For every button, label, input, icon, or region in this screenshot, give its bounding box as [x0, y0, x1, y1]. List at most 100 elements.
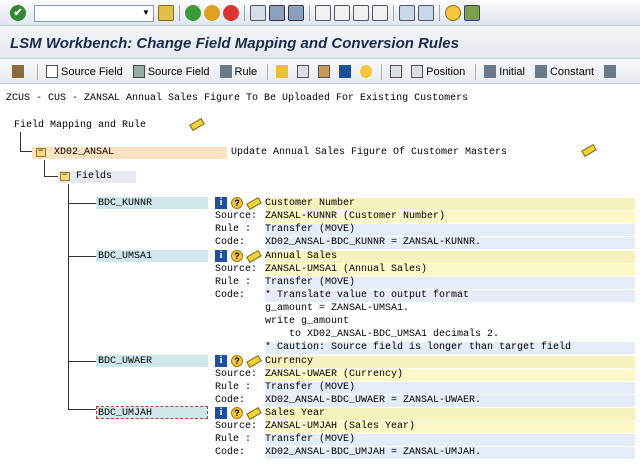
next-page-icon[interactable] [353, 5, 369, 21]
cancel-icon[interactable] [223, 5, 239, 21]
field-name[interactable]: BDC_KUNNR [98, 198, 152, 209]
info-icon[interactable]: i [215, 250, 227, 262]
tree-line [20, 132, 21, 151]
more-rule-button[interactable] [604, 65, 619, 78]
fields-label[interactable]: Fields [76, 171, 112, 182]
new-session-icon[interactable] [399, 5, 415, 21]
rule-value: Transfer (MOVE) [265, 224, 635, 236]
folder-open-icon[interactable] [60, 170, 70, 181]
info-icon[interactable]: i [215, 407, 227, 419]
rule-button[interactable]: Rule [219, 65, 257, 78]
code-line[interactable]: * Translate value to output format [265, 290, 635, 302]
code-line[interactable]: g_amount = ZANSAL-UMSA1. [265, 303, 635, 315]
code-label: Code: [215, 237, 246, 248]
edit-button[interactable] [12, 65, 27, 78]
button-label: Constant [549, 65, 595, 78]
button-label: Source Field [61, 65, 123, 78]
field-name[interactable]: BDC_UMJAH [98, 408, 152, 419]
source-value: ZANSAL-UMSA1 (Annual Sales) [265, 264, 635, 276]
delete-source-field-button[interactable]: Source Field [132, 65, 210, 78]
code-line[interactable]: * Caution: Source field is longer than t… [265, 342, 635, 354]
copy-icon [297, 65, 310, 78]
initial-button[interactable]: Initial [484, 65, 525, 78]
shortcut-icon[interactable] [418, 5, 434, 21]
code-line[interactable]: to XD02_ANSAL-BDC_UMSA1 decimals 2. [265, 329, 635, 341]
copy-button[interactable] [297, 65, 312, 78]
help-icon[interactable]: ? [231, 197, 243, 209]
source-label: Source: [215, 369, 258, 380]
tree-line [68, 361, 96, 362]
rule-icon [484, 65, 497, 78]
pencil-button[interactable] [276, 65, 291, 78]
pencil-icon[interactable] [247, 355, 260, 366]
document-icon [46, 65, 58, 78]
separator [309, 5, 310, 21]
paste-icon [318, 65, 331, 78]
pencil-icon[interactable] [190, 118, 203, 129]
back-icon[interactable] [185, 5, 201, 21]
separator [439, 5, 440, 21]
position-button[interactable]: Position [411, 65, 465, 78]
pencil-icon[interactable] [247, 197, 260, 208]
system-toolbar: ✔ ▼ [0, 0, 640, 26]
field-name[interactable]: BDC_UWAER [98, 356, 152, 367]
position-cursor-button[interactable] [390, 65, 405, 78]
create-source-field-button[interactable]: Source Field [46, 65, 123, 78]
code-label: Code: [215, 447, 246, 458]
title-bar: LSM Workbench: Change Field Mapping and … [0, 27, 640, 59]
save-icon[interactable] [158, 5, 174, 21]
find-next-icon[interactable] [288, 5, 304, 21]
field-name[interactable]: BDC_UMSA1 [98, 251, 152, 262]
rule-label: Rule : [215, 277, 252, 288]
paste-button[interactable] [318, 65, 333, 78]
code-line[interactable]: XD02_ANSAL-BDC_UMJAH = ZANSAL-UMJAH. [265, 447, 635, 459]
code-label: Code: [215, 290, 246, 301]
rule-label: Rule : [215, 224, 252, 235]
command-field[interactable] [34, 5, 154, 22]
pencil-icon[interactable] [582, 144, 595, 155]
info-button[interactable] [339, 65, 354, 78]
code-line[interactable]: XD02_ANSAL-BDC_UWAER = ZANSAL-UWAER. [265, 395, 635, 407]
field-description: Sales Year [265, 408, 635, 420]
find-icon[interactable] [269, 5, 285, 21]
first-page-icon[interactable] [315, 5, 331, 21]
help-button[interactable] [360, 65, 375, 78]
help-icon[interactable]: ? [231, 250, 243, 262]
system-icon-bar [158, 4, 483, 22]
mapping-tree: ZCUS - CUS - ZANSAL Annual Sales Figure … [0, 85, 640, 474]
print-icon[interactable] [250, 5, 266, 21]
command-dropdown-icon[interactable]: ▼ [142, 8, 150, 17]
tree-line [68, 409, 96, 410]
help-icon[interactable] [445, 5, 461, 21]
rule-value: Transfer (MOVE) [265, 277, 635, 289]
constant-button[interactable]: Constant [534, 65, 595, 78]
tree-line [68, 203, 96, 204]
separator [244, 5, 245, 21]
help-icon[interactable]: ? [231, 355, 243, 367]
field-description: Currency [265, 356, 635, 368]
info-icon[interactable]: i [215, 197, 227, 209]
structure-name[interactable]: XD02_ANSAL [54, 147, 114, 158]
previous-page-icon[interactable] [334, 5, 350, 21]
exit-icon[interactable] [204, 5, 220, 21]
help-icon[interactable]: ? [231, 407, 243, 419]
separator [393, 5, 394, 21]
rule-label: Rule : [215, 382, 252, 393]
rule-icon [534, 65, 547, 78]
pencil-icon[interactable] [247, 250, 260, 261]
tree-line [68, 256, 96, 257]
rule-icon [604, 65, 617, 78]
last-page-icon[interactable] [372, 5, 388, 21]
source-value: ZANSAL-UWAER (Currency) [265, 369, 635, 381]
tree-line [68, 184, 69, 409]
code-line[interactable]: write g_amount [265, 316, 635, 328]
info-icon[interactable]: i [215, 355, 227, 367]
rule-value: Transfer (MOVE) [265, 382, 635, 394]
folder-open-icon[interactable] [36, 146, 46, 157]
checkmark-icon[interactable]: ✔ [10, 5, 26, 21]
code-line[interactable]: XD02_ANSAL-BDC_KUNNR = ZANSAL-KUNNR. [265, 237, 635, 249]
trash-icon [132, 65, 145, 78]
application-toolbar: Source Field Source Field Rule Position … [0, 60, 640, 84]
customize-icon[interactable] [464, 5, 480, 21]
pencil-icon[interactable] [247, 407, 260, 418]
